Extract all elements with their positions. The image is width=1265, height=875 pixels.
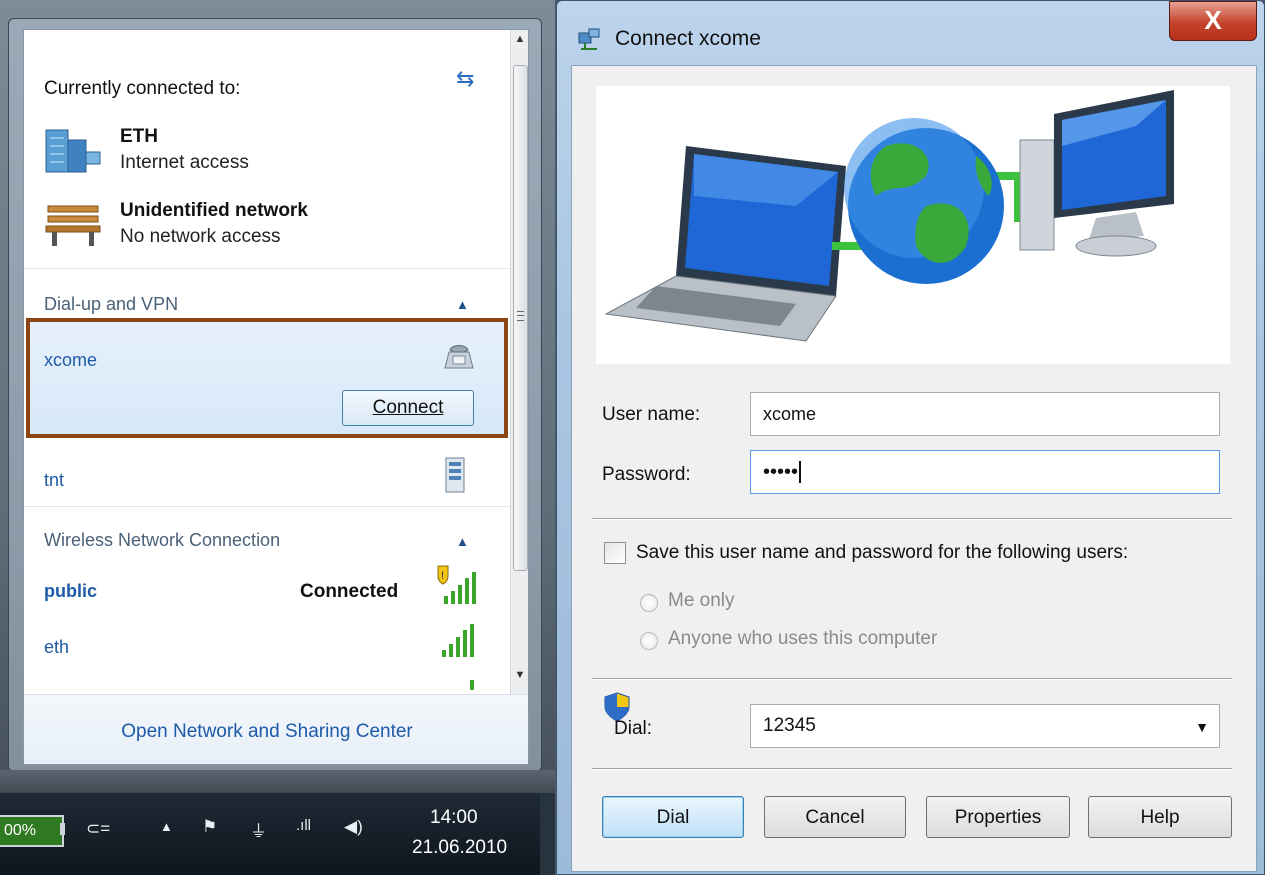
flyout-footer: Open Network and Sharing Center <box>24 694 528 764</box>
power-plug-icon[interactable]: ⊂= <box>86 819 110 839</box>
help-button[interactable]: Help <box>1088 796 1232 838</box>
divider <box>592 678 1232 680</box>
wifi-signal-shield-icon: ! <box>437 565 476 604</box>
taskbar-preview-strip <box>0 770 555 794</box>
network-name-eth: ETH <box>120 126 158 147</box>
divider <box>592 768 1232 770</box>
volume-icon[interactable]: ◀) <box>344 817 363 837</box>
show-desktop-button[interactable] <box>540 793 555 875</box>
me-only-label[interactable]: Me only <box>668 590 735 612</box>
network-signal-icon[interactable]: .ıll <box>296 817 311 834</box>
dialup-name-xcome[interactable]: xcome <box>44 350 97 371</box>
wifi-signal-icon <box>470 680 474 690</box>
network-flyout-panel: Currently connected to: ⇆ ETH Internet a… <box>23 29 529 765</box>
divider <box>592 518 1232 520</box>
password-label: Password: <box>602 464 691 485</box>
close-button[interactable]: X <box>1169 1 1257 41</box>
telephone-modem-icon <box>444 345 474 369</box>
anyone-radio[interactable] <box>640 632 658 650</box>
refresh-icon[interactable]: ⇆ <box>456 66 474 92</box>
anyone-label[interactable]: Anyone who uses this computer <box>668 628 937 650</box>
vpn-server-icon <box>445 457 465 493</box>
taskbar: 00% ⊂= ▲ ⚑ ⏚ .ıll ◀) 14:00 21.06.2010 <box>0 793 555 875</box>
desktop-computer-icon <box>1019 90 1174 257</box>
connect-button[interactable]: Connect <box>342 390 474 426</box>
scroll-down-icon[interactable]: ▼ <box>511 666 528 684</box>
dialup-connection-icon <box>578 28 600 50</box>
wifi-status-connected: Connected <box>300 581 399 602</box>
section-dialup-vpn[interactable]: Dial-up and VPN <box>44 294 178 315</box>
scroll-up-icon[interactable]: ▲ <box>511 30 528 48</box>
section-wireless[interactable]: Wireless Network Connection <box>44 530 280 551</box>
chevron-up-icon[interactable]: ▲ <box>456 297 469 312</box>
dialog-title: Connect xcome <box>615 27 761 50</box>
cancel-button[interactable]: Cancel <box>764 796 906 838</box>
chevron-down-icon[interactable]: ▼ <box>1195 719 1209 735</box>
clock-time[interactable]: 14:00 <box>430 807 478 829</box>
network-banner-illustration <box>596 86 1230 364</box>
vertical-scrollbar[interactable]: ▲ ▼ <box>510 30 528 694</box>
network-list: Currently connected to: ⇆ ETH Internet a… <box>24 30 510 690</box>
park-bench-icon <box>45 205 101 246</box>
wifi-signal-icon <box>442 624 474 657</box>
scroll-grip-icon <box>517 311 524 321</box>
dialog-body: User name: Password: ••••• Save this use… <box>571 65 1257 872</box>
building-network-icon <box>45 129 101 173</box>
divider <box>24 268 510 269</box>
battery-indicator[interactable]: 00% <box>0 815 64 847</box>
scroll-thumb[interactable] <box>513 65 528 571</box>
clock-date[interactable]: 21.06.2010 <box>412 837 507 859</box>
connect-dialog: Connect xcome X User name: xcome Passwor… <box>556 0 1265 875</box>
battery-tip <box>60 823 65 835</box>
divider <box>24 506 510 507</box>
svg-text:!: ! <box>441 570 444 582</box>
dial-label: Dial: <box>614 718 653 739</box>
laptop-icon <box>604 146 846 342</box>
text-caret <box>799 461 802 483</box>
username-label: User name: <box>602 404 701 425</box>
open-network-sharing-center-link[interactable]: Open Network and Sharing Center <box>24 721 510 743</box>
chevron-up-icon[interactable]: ▲ <box>456 534 469 549</box>
username-field[interactable] <box>750 392 1220 436</box>
network-flyout: Currently connected to: ⇆ ETH Internet a… <box>8 18 542 772</box>
password-field[interactable]: ••••• <box>750 450 1220 494</box>
dial-number-combobox[interactable]: 12345 ▼ <box>750 704 1220 748</box>
properties-button[interactable]: Properties <box>926 796 1070 838</box>
me-only-radio[interactable] <box>640 594 658 612</box>
network-status-eth: Internet access <box>120 152 249 173</box>
currently-connected-heading: Currently connected to: <box>44 78 241 99</box>
globe-icon <box>844 118 1004 284</box>
dial-number-value: 12345 <box>763 715 816 736</box>
dial-button[interactable]: Dial <box>602 796 744 838</box>
save-credentials-checkbox[interactable] <box>604 542 626 564</box>
dialup-name-tnt[interactable]: tnt <box>44 470 64 491</box>
show-hidden-icons-icon[interactable]: ▲ <box>160 819 173 834</box>
wifi-name-public[interactable]: public <box>44 581 97 602</box>
network-status-unidentified: No network access <box>120 226 281 247</box>
action-center-flag-icon[interactable]: ⚑ <box>202 817 217 837</box>
power-icon[interactable]: ⏚ <box>250 817 267 842</box>
network-name-unidentified: Unidentified network <box>120 200 308 221</box>
wifi-name-eth[interactable]: eth <box>44 637 69 658</box>
save-credentials-label[interactable]: Save this user name and password for the… <box>636 542 1128 564</box>
password-mask: ••••• <box>763 461 799 483</box>
